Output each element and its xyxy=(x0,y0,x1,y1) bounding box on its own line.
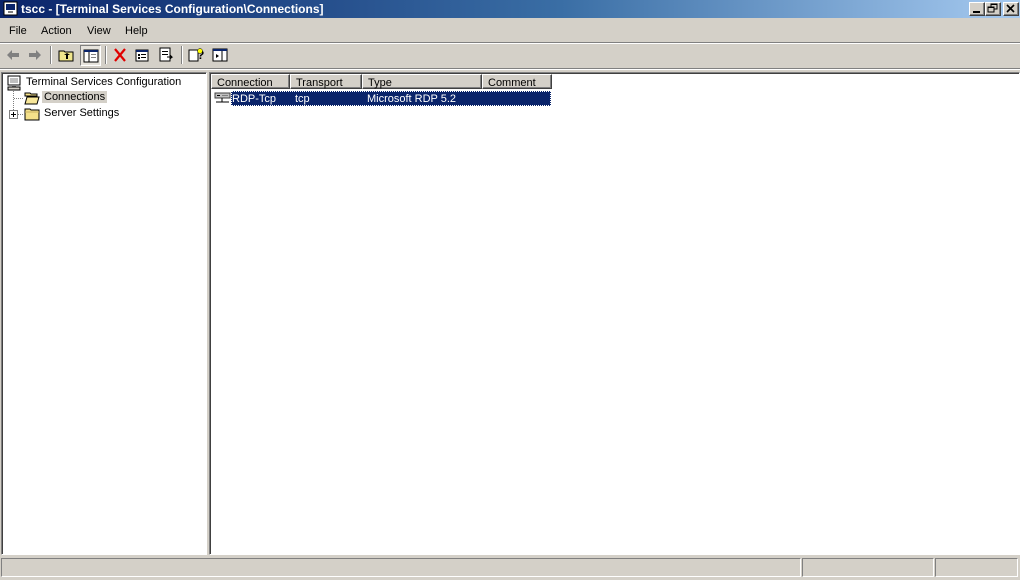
export-list-icon xyxy=(159,47,174,62)
tree-server-settings-label: Server Settings xyxy=(44,107,120,119)
table-row[interactable]: RDP-Tcp tcp Microsoft RDP 5.2 xyxy=(231,91,551,106)
window-title: tscc - [Terminal Services Configuration\… xyxy=(21,2,324,16)
status-panel-tertiary xyxy=(935,558,1018,577)
column-header-type[interactable]: Type xyxy=(362,74,482,89)
column-header-transport[interactable]: Transport xyxy=(290,74,362,89)
console-tree-pane[interactable]: Terminal Services Configuration Connecti… xyxy=(1,72,207,555)
tscc-app-icon[interactable] xyxy=(3,1,18,16)
status-panel-main xyxy=(1,558,801,577)
forward-button[interactable] xyxy=(25,45,46,66)
toolbar-separator xyxy=(181,46,183,64)
toolbar-bottom-separator xyxy=(0,68,1020,70)
menu-help[interactable]: Help xyxy=(125,25,148,37)
show-hide-action-pane-button[interactable] xyxy=(210,45,231,66)
help-icon: ? xyxy=(188,48,204,62)
show-hide-tree-icon xyxy=(83,49,99,63)
help-button[interactable]: ? xyxy=(186,45,207,66)
column-header-comment[interactable]: Comment xyxy=(482,74,552,89)
folder-icon xyxy=(24,106,40,125)
menu-bar: File Action View Help xyxy=(0,22,1020,41)
title-bar[interactable]: tscc - [Terminal Services Configuration\… xyxy=(0,0,1020,18)
delete-button[interactable] xyxy=(110,45,131,66)
results-list-pane[interactable]: Connection Transport Type Comment RDP-Tc… xyxy=(209,72,1020,555)
computer-console-icon xyxy=(6,75,22,94)
back-button[interactable] xyxy=(3,45,24,66)
cell-type: Microsoft RDP 5.2 xyxy=(367,93,457,105)
tree-root-label: Terminal Services Configuration xyxy=(26,76,182,88)
expand-server-settings-toggle[interactable] xyxy=(9,110,18,119)
cell-transport: tcp xyxy=(295,93,310,105)
menu-file[interactable]: File xyxy=(9,25,27,37)
show-hide-action-pane-icon xyxy=(212,48,228,62)
restore-button[interactable] xyxy=(985,2,1001,16)
minimize-button[interactable] xyxy=(969,2,985,16)
network-connection-icon xyxy=(214,91,231,108)
properties-icon xyxy=(135,49,149,62)
up-one-level-button[interactable] xyxy=(56,45,77,66)
properties-button[interactable] xyxy=(132,45,153,66)
show-hide-console-tree-button[interactable] xyxy=(80,45,101,66)
status-bar xyxy=(0,557,1020,580)
export-list-button[interactable] xyxy=(156,45,177,66)
tree-connections-label: Connections xyxy=(42,91,108,103)
menu-view[interactable]: View xyxy=(87,25,111,37)
menu-action[interactable]: Action xyxy=(41,25,72,37)
cell-connection: RDP-Tcp xyxy=(232,93,277,105)
close-button[interactable] xyxy=(1003,2,1019,16)
tree-line xyxy=(18,114,23,115)
column-header-connection[interactable]: Connection xyxy=(211,74,290,89)
toolbar-separator xyxy=(50,46,52,64)
delete-icon xyxy=(114,48,126,62)
tree-line xyxy=(14,98,23,99)
up-folder-icon xyxy=(58,50,74,62)
forward-arrow-icon xyxy=(29,50,41,60)
toolbar-separator xyxy=(105,46,107,64)
back-arrow-icon xyxy=(7,50,19,60)
status-panel-secondary xyxy=(802,558,934,577)
toolbar: ? xyxy=(0,44,1020,68)
